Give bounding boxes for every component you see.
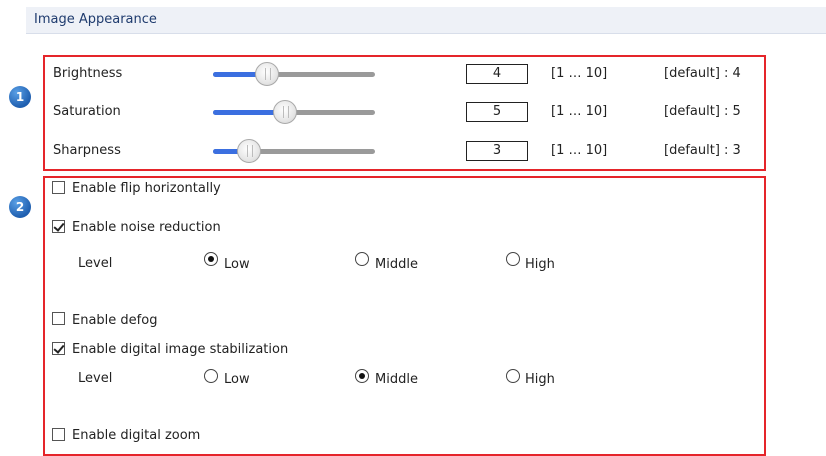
brightness-slider[interactable]: [213, 62, 375, 86]
noise-reduction-label: Enable noise reduction: [72, 220, 221, 235]
noise-level-high-radio[interactable]: [506, 252, 520, 266]
highlight-box-1: [43, 55, 766, 171]
noise-level-low-radio[interactable]: [204, 252, 218, 266]
stabilization-level-low-label: Low: [224, 372, 250, 387]
sharpness-value-field[interactable]: 3: [466, 141, 528, 161]
saturation-label: Saturation: [53, 104, 121, 119]
digital-zoom-checkbox[interactable]: [52, 428, 65, 441]
noise-reduction-checkbox[interactable]: [52, 220, 65, 233]
flip-checkbox[interactable]: [52, 181, 65, 194]
section-title: Image Appearance: [34, 12, 157, 27]
digital-zoom-label: Enable digital zoom: [72, 428, 201, 443]
noise-level-middle-radio[interactable]: [355, 252, 369, 266]
saturation-default: [default] : 5: [664, 104, 741, 119]
stabilization-level-middle-radio[interactable]: [355, 369, 369, 383]
sharpness-slider-thumb[interactable]: [236, 139, 261, 163]
brightness-label: Brightness: [53, 66, 123, 81]
sharpness-slider[interactable]: [213, 139, 375, 163]
stabilization-checkbox[interactable]: [52, 342, 65, 355]
saturation-slider[interactable]: [213, 100, 375, 124]
defog-checkbox[interactable]: [52, 312, 65, 325]
stabilization-level-high-label: High: [525, 372, 555, 387]
brightness-slider-thumb[interactable]: [254, 62, 279, 86]
noise-level-middle-label: Middle: [375, 257, 418, 272]
saturation-slider-thumb[interactable]: [272, 100, 297, 124]
stabilization-level-low-radio[interactable]: [204, 369, 218, 383]
section-header: Image Appearance: [26, 7, 826, 34]
stabilization-level-middle-label: Middle: [375, 372, 418, 387]
sharpness-default: [default] : 3: [664, 143, 741, 158]
saturation-range: [1 … 10]: [551, 104, 608, 119]
stabilization-level-high-radio[interactable]: [506, 369, 520, 383]
noise-level-low-label: Low: [224, 257, 250, 272]
brightness-default: [default] : 4: [664, 66, 741, 81]
stabilization-level-label: Level: [78, 371, 113, 386]
step-badge-2: 2: [9, 196, 31, 218]
stabilization-label: Enable digital image stabilization: [72, 342, 289, 357]
noise-level-label: Level: [78, 256, 113, 271]
sharpness-label: Sharpness: [53, 143, 121, 158]
defog-label: Enable defog: [72, 313, 158, 328]
saturation-value-field[interactable]: 5: [466, 102, 528, 122]
flip-label: Enable flip horizontally: [72, 181, 221, 196]
sharpness-range: [1 … 10]: [551, 143, 608, 158]
step-badge-1: 1: [9, 86, 31, 108]
brightness-value-field[interactable]: 4: [466, 64, 528, 84]
brightness-range: [1 … 10]: [551, 66, 608, 81]
noise-level-high-label: High: [525, 257, 555, 272]
